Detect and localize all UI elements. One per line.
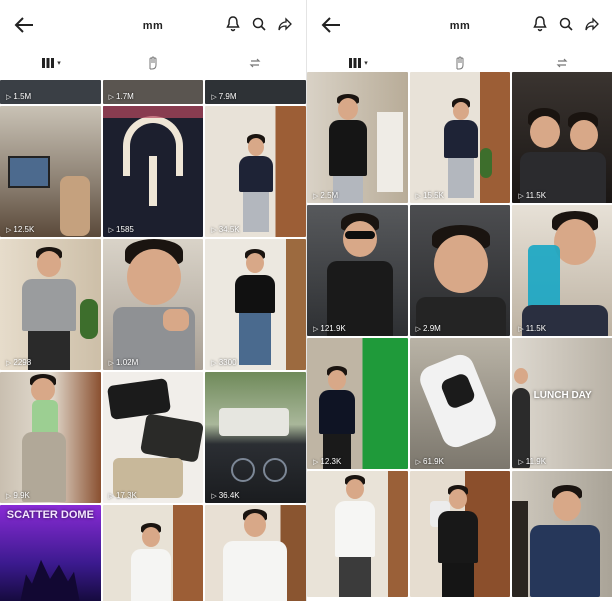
play-icon: ▷ bbox=[6, 226, 12, 234]
video-thumbnail[interactable]: ▷ 2.5M bbox=[307, 72, 408, 203]
video-thumbnail[interactable]: ▷ 12.5K bbox=[0, 106, 101, 237]
video-thumbnail[interactable]: ▷ 1585 bbox=[102, 106, 204, 237]
view-count: ▷ 17.3K bbox=[108, 491, 137, 500]
view-count: ▷ 121.9K bbox=[313, 324, 346, 333]
play-icon: ▷ bbox=[6, 492, 12, 500]
play-icon: ▷ bbox=[518, 192, 524, 200]
play-icon: ▷ bbox=[313, 192, 319, 200]
video-grid: ▷ 12.5K ▷ 1585 ▷ 34.5K ▷ 2298 ▷ 1.02M ▷ … bbox=[0, 106, 306, 601]
view-count: ▷ 7.9M bbox=[211, 92, 237, 101]
play-icon: ▷ bbox=[211, 226, 217, 234]
video-thumbnail[interactable]: ▷ 1.5M bbox=[0, 80, 101, 104]
play-icon: ▷ bbox=[108, 359, 115, 367]
tab-liked[interactable] bbox=[102, 52, 204, 74]
video-thumbnail[interactable]: ▷ 36.4K bbox=[205, 372, 306, 503]
view-count: ▷ 12.5K bbox=[6, 225, 35, 234]
view-count: ▷ 2298 bbox=[6, 358, 32, 367]
video-thumbnail[interactable] bbox=[102, 505, 204, 601]
videos-grid-icon bbox=[349, 58, 362, 68]
view-count: ▷ 3300 bbox=[211, 358, 237, 367]
play-icon: ▷ bbox=[6, 359, 12, 367]
videos-grid-icon bbox=[42, 58, 55, 68]
tab-reposts[interactable] bbox=[511, 52, 612, 74]
bell-icon[interactable] bbox=[226, 16, 240, 32]
profile-tabs: ▾ bbox=[0, 52, 306, 74]
video-thumbnail[interactable]: ▷ 15.5K bbox=[409, 72, 511, 203]
video-thumbnail[interactable]: ▷ 2298 bbox=[0, 239, 101, 370]
play-icon: ▷ bbox=[108, 492, 115, 500]
play-icon: ▷ bbox=[518, 325, 524, 333]
video-thumbnail[interactable]: ▷ bbox=[307, 471, 408, 597]
view-count: ▷ 34.5K bbox=[211, 225, 240, 234]
view-count: ▷ 61.9K bbox=[415, 457, 444, 466]
video-thumbnail[interactable]: SCATTER DOME bbox=[0, 505, 101, 601]
play-icon: ▷ bbox=[211, 93, 217, 101]
share-icon[interactable] bbox=[278, 16, 292, 32]
video-thumbnail[interactable]: ▷ bbox=[409, 471, 511, 597]
video-thumbnail[interactable]: ▷ 9.9K bbox=[0, 372, 101, 503]
hand-icon bbox=[149, 56, 157, 70]
tab-videos[interactable]: ▾ bbox=[0, 52, 102, 74]
bell-icon[interactable] bbox=[533, 16, 547, 32]
play-icon: ▷ bbox=[415, 192, 422, 200]
video-thumbnail[interactable]: ▷ 34.5K bbox=[205, 106, 306, 237]
video-thumbnail[interactable]: ▷ 121.9K bbox=[307, 205, 408, 336]
video-thumbnail[interactable] bbox=[205, 505, 306, 601]
video-thumbnail[interactable]: ▷ 11.5K bbox=[512, 72, 612, 203]
hand-icon bbox=[456, 56, 464, 70]
search-icon[interactable] bbox=[252, 16, 266, 32]
top-bar: mm bbox=[0, 0, 306, 50]
video-thumbnail[interactable]: LUNCH DAY ▷ 11.9K bbox=[512, 338, 612, 469]
play-icon: ▷ bbox=[6, 93, 12, 101]
profile-panel-left: mm ▾ ▷ 1.5M ▷ 1.7M ▷ 7.9M ▷ 12.5K ▷ 1585… bbox=[0, 0, 306, 601]
view-count: ▷ 11.5K bbox=[518, 324, 547, 333]
play-icon: ▷ bbox=[415, 458, 422, 466]
view-count: ▷ 1585 bbox=[108, 225, 134, 234]
view-count: ▷ 2.9M bbox=[415, 324, 441, 333]
chevron-down-icon: ▾ bbox=[364, 60, 368, 67]
play-icon: ▷ bbox=[108, 93, 115, 101]
share-icon[interactable] bbox=[585, 16, 599, 32]
repost-icon bbox=[556, 58, 568, 68]
tab-liked[interactable] bbox=[409, 52, 511, 74]
view-count: ▷ 12.3K bbox=[313, 457, 342, 466]
video-thumbnail[interactable]: ▷ 1.7M bbox=[102, 80, 204, 104]
view-count: ▷ 1.5M bbox=[6, 92, 32, 101]
view-count: ▷ 1.02M bbox=[108, 358, 139, 367]
play-icon: ▷ bbox=[415, 325, 422, 333]
play-icon: ▷ bbox=[313, 458, 319, 466]
view-count: ▷ 9.9K bbox=[6, 491, 30, 500]
repost-icon bbox=[249, 58, 261, 68]
chevron-down-icon: ▾ bbox=[57, 60, 61, 67]
tab-videos[interactable]: ▾ bbox=[307, 52, 409, 74]
video-grid: ▷ 2.5M ▷ 15.5K ▷ 11.5K ▷ 121.9K ▷ 2.9M ▷… bbox=[307, 72, 612, 597]
view-count: ▷ 11.9K bbox=[518, 457, 547, 466]
view-count: ▷ 1.7M bbox=[108, 92, 134, 101]
video-thumbnail[interactable]: ▷ 3300 bbox=[205, 239, 306, 370]
view-count: ▷ 15.5K bbox=[415, 191, 444, 200]
tab-reposts[interactable] bbox=[204, 52, 306, 74]
video-thumbnail[interactable]: ▷ 61.9K bbox=[409, 338, 511, 469]
video-thumbnail[interactable]: ▷ bbox=[512, 471, 612, 597]
video-thumbnail[interactable]: ▷ 1.02M bbox=[102, 239, 204, 370]
view-count: ▷ 11.5K bbox=[518, 191, 547, 200]
video-thumbnail[interactable]: ▷ 12.3K bbox=[307, 338, 408, 469]
play-icon: ▷ bbox=[313, 325, 319, 333]
play-icon: ▷ bbox=[211, 359, 217, 367]
video-grid-top-strip: ▷ 1.5M ▷ 1.7M ▷ 7.9M bbox=[0, 80, 306, 104]
video-thumbnail[interactable]: ▷ 11.5K bbox=[512, 205, 612, 336]
profile-panel-right: mm ▾ ▷ 2.5M ▷ 15.5K ▷ 11.5K ▷ 121.9K ▷ 2… bbox=[306, 0, 612, 601]
video-thumbnail[interactable]: ▷ 7.9M bbox=[205, 80, 306, 104]
view-count: ▷ 2.5M bbox=[313, 191, 339, 200]
view-count: ▷ 36.4K bbox=[211, 491, 240, 500]
play-icon: ▷ bbox=[211, 492, 217, 500]
top-bar: mm bbox=[307, 0, 612, 50]
search-icon[interactable] bbox=[559, 16, 573, 32]
play-icon: ▷ bbox=[108, 226, 115, 234]
play-icon: ▷ bbox=[518, 458, 524, 466]
profile-tabs: ▾ bbox=[307, 52, 612, 74]
video-thumbnail[interactable]: ▷ 2.9M bbox=[409, 205, 511, 336]
video-thumbnail[interactable]: ▷ 17.3K bbox=[102, 372, 204, 503]
poster-title: SCATTER DOME bbox=[6, 509, 94, 521]
